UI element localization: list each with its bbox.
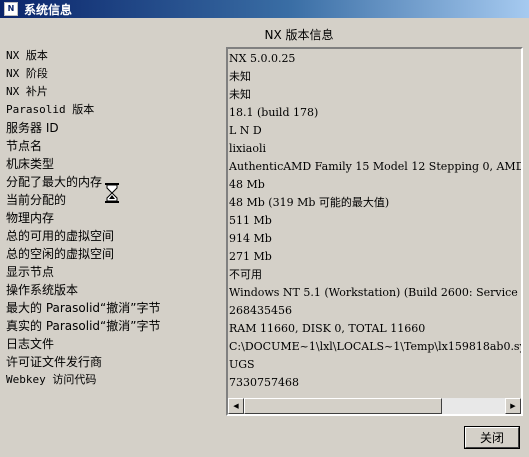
info-value: Windows NT 5.1 (Workstation) (Build 2600…: [229, 286, 518, 299]
info-value: 不可用: [229, 268, 262, 281]
info-label: 真实的 Parasolid“撤消”字节: [6, 319, 161, 333]
info-value: 未知: [229, 88, 251, 101]
column-header: NX 版本信息: [264, 28, 334, 42]
info-label: 总的空闲的虚拟空间: [6, 247, 115, 261]
hourglass-icon: [105, 183, 119, 203]
info-label: Parasolid 版本: [6, 103, 95, 116]
value-list-panel[interactable]: NX 5.0.0.25 未知 未知 18.1 (build 178) L N Dlixi…: [226, 47, 523, 416]
scroll-right-button[interactable]: ▶: [505, 398, 521, 414]
scroll-right-arrow-icon: ▶: [510, 402, 516, 410]
info-label: 日志文件: [6, 337, 55, 351]
window-title: 系统信息: [24, 2, 73, 17]
info-label: 物理内存: [6, 211, 55, 225]
info-label: 许可证文件发行商: [6, 355, 103, 369]
scroll-left-button[interactable]: ◀: [228, 398, 244, 414]
label-column: NX 版本 NX 阶段 NX 补片 Parasolid 版本 服务器 ID 节点名机床类型…: [6, 47, 216, 389]
info-label: 节点名: [6, 139, 43, 153]
info-value: C:\DOCUME~1\lxl\LOCALS~1\Temp\lx159818ab…: [229, 340, 523, 353]
info-value: NX 5.0.0.25: [229, 52, 296, 65]
title-bar[interactable]: N 系统信息: [0, 0, 529, 18]
info-label: 总的可用的虚拟空间: [6, 229, 115, 243]
info-label: NX 补片: [6, 85, 48, 98]
info-value: UGS: [229, 358, 255, 371]
value-column: NX 5.0.0.25 未知 未知 18.1 (build 178) L N Dlixi…: [228, 50, 523, 392]
info-value: AuthenticAMD Family 15 Model 12 Stepping…: [229, 160, 523, 173]
scroll-left-arrow-icon: ◀: [233, 402, 239, 410]
info-value: 48 Mb (319 Mb 可能的最大值): [229, 196, 390, 209]
info-label: 服务器 ID: [6, 121, 59, 135]
close-button[interactable]: 关闭: [464, 426, 520, 449]
info-value: 511 Mb: [229, 214, 272, 227]
info-value: 18.1 (build 178): [229, 106, 319, 119]
info-value: 914 Mb: [229, 232, 272, 245]
info-value: 未知: [229, 70, 251, 83]
info-value: lixiaoli: [229, 142, 266, 155]
info-label: 机床类型: [6, 157, 55, 171]
info-label: 操作系统版本: [6, 283, 79, 297]
scrollbar-thumb[interactable]: [244, 398, 442, 414]
info-value: L N D: [229, 124, 262, 137]
info-value: 268435456: [229, 304, 292, 317]
info-value: 48 Mb: [229, 178, 265, 191]
info-label: 最大的 Parasolid“撤消”字节: [6, 301, 161, 315]
info-value: 271 Mb: [229, 250, 272, 263]
nx-app-icon: N: [4, 2, 18, 16]
info-value: 7330757468: [229, 376, 299, 389]
horizontal-scrollbar[interactable]: ◀ ▶: [228, 398, 521, 414]
info-label: NX 阶段: [6, 67, 48, 80]
info-label: NX 版本: [6, 49, 48, 62]
info-value: RAM 11660, DISK 0, TOTAL 11660: [229, 322, 426, 335]
info-label: 显示节点: [6, 265, 55, 279]
info-label: Webkey 访问代码: [6, 373, 97, 386]
